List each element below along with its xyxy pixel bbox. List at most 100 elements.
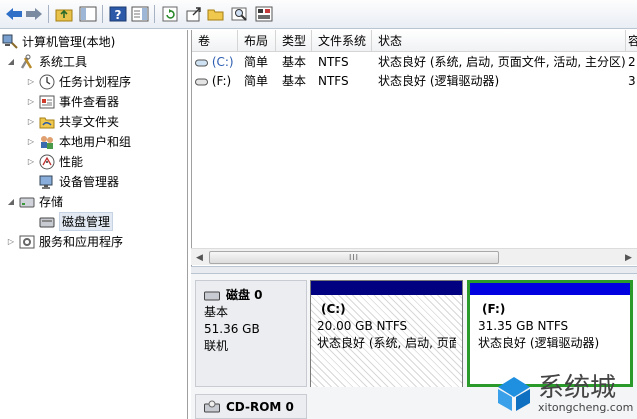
drive-icon (195, 59, 208, 66)
status-cell: 状态良好 (逻辑驱动器) (378, 74, 500, 88)
tree-item-label: 共享文件夹 (59, 115, 120, 129)
disk-0-label[interactable]: 磁盘 0 基本 51.36 GB 联机 (195, 280, 307, 387)
expand-triangle-icon[interactable]: ▷ (26, 97, 36, 106)
drive-icon (195, 78, 208, 85)
partition-body: (C:) 20.00 GB NTFS 状态良好 (系统, 启动, 页面 (311, 295, 462, 387)
collapse-triangle-icon[interactable]: ◢ (6, 57, 16, 66)
column-header-status[interactable]: 状态 (372, 30, 626, 52)
type-cell: 基本 (282, 55, 307, 69)
tree-item-services-apps[interactable]: ▷ 服务和应用程序 (6, 232, 123, 251)
toolbar-separator (154, 5, 155, 23)
partition-bar (470, 283, 630, 295)
tree-item-label: 存储 (39, 195, 64, 209)
tree-item-performance[interactable]: ▷ 性能 (26, 152, 83, 171)
properties-pane-icon[interactable] (130, 4, 150, 24)
computer-management-icon (2, 34, 18, 50)
expand-triangle-icon[interactable]: ▷ (26, 117, 36, 126)
tree-item-storage[interactable]: ◢ 存储 (6, 192, 63, 211)
users-icon (39, 134, 55, 150)
tree-item-label: 服务和应用程序 (39, 235, 124, 249)
cdrom-0-label[interactable]: CD-ROM 0 (195, 394, 307, 419)
tree-item-label: 任务计划程序 (59, 75, 132, 89)
partition-bar (311, 281, 462, 295)
layout-cell: 简单 (244, 74, 269, 88)
tree-item-root[interactable]: 计算机管理(本地) (2, 32, 115, 51)
tree-item-shared-folders[interactable]: ▷ 共享文件夹 (26, 112, 119, 131)
tree-item-label: 事件查看器 (59, 95, 120, 109)
export-icon[interactable] (184, 4, 204, 24)
disk-management-icon (39, 214, 55, 230)
forward-arrow-icon[interactable] (24, 4, 44, 24)
scroll-right-button[interactable]: ▶ (620, 249, 637, 266)
console-tree: 计算机管理(本地) ◢ 系统工具 ▷ 任务计划程序 ▷ 事件查看器 ▷ 共享文件… (0, 30, 188, 419)
partition-name: (F:) (482, 302, 506, 316)
tree-item-disk-management[interactable]: 磁盘管理 (39, 212, 114, 231)
horizontal-scrollbar[interactable]: ◀ III ▶ (191, 248, 637, 265)
tree-item-local-users[interactable]: ▷ 本地用户和组 (26, 132, 131, 151)
type-cell: 基本 (282, 74, 307, 88)
toolbar: ? (0, 0, 637, 29)
tree-item-device-manager[interactable]: 设备管理器 (39, 172, 119, 191)
tree-item-task-scheduler[interactable]: ▷ 任务计划程序 (26, 72, 131, 91)
partition-size: 20.00 GB NTFS (317, 319, 408, 333)
scrollbar-thumb[interactable]: III (209, 251, 499, 264)
pane-splitter[interactable] (191, 266, 637, 274)
up-folder-icon[interactable] (54, 4, 74, 24)
volume-list: 卷 布局 类型 文件系统 状态 容 (C:) 简单 基本 NTFS 状态良好 (… (191, 30, 637, 268)
svg-text:?: ? (115, 8, 122, 22)
search-icon[interactable] (230, 4, 250, 24)
expand-triangle-icon[interactable]: ▷ (26, 77, 36, 86)
table-row[interactable]: (F:) 简单 基本 NTFS 状态良好 (逻辑驱动器) 3 (192, 72, 637, 91)
volume-cell: (C:) (192, 53, 238, 72)
open-folder-icon[interactable] (206, 4, 226, 24)
services-icon (19, 234, 35, 250)
refresh-icon[interactable] (160, 4, 180, 24)
disk-name: 磁盘 0 (226, 288, 263, 302)
partition-status: 状态良好 (系统, 启动, 页面 (317, 336, 456, 350)
column-header-capacity[interactable]: 容 (626, 30, 637, 52)
capacity-cell: 3 (628, 74, 636, 88)
collapse-triangle-icon[interactable]: ◢ (6, 197, 16, 206)
expand-triangle-icon[interactable]: ▷ (6, 237, 16, 246)
scrollbar-grip: III (348, 253, 360, 262)
partition-status: 状态良好 (逻辑驱动器) (478, 336, 600, 350)
tree-item-label: 计算机管理(本地) (22, 35, 116, 49)
tree-item-system-tools[interactable]: ◢ 系统工具 (6, 52, 87, 71)
scroll-left-button[interactable]: ◀ (191, 249, 208, 266)
layout-cell: 简单 (244, 55, 269, 69)
volume-cell: (F:) (192, 72, 238, 91)
disk-icon (204, 291, 220, 300)
disk-size: 51.36 GB (204, 322, 260, 336)
tree-item-label: 本地用户和组 (59, 135, 132, 149)
table-row[interactable]: (C:) 简单 基本 NTFS 状态良好 (系统, 启动, 页面文件, 活动, … (192, 53, 637, 72)
system-tools-icon (19, 54, 35, 70)
expand-triangle-icon[interactable]: ▷ (26, 137, 36, 146)
event-viewer-icon (39, 94, 55, 110)
column-header-filesystem[interactable]: 文件系统 (312, 30, 372, 52)
status-cell: 状态良好 (系统, 启动, 页面文件, 活动, 主分区) (378, 55, 626, 69)
column-header-layout[interactable]: 布局 (238, 30, 276, 52)
tree-item-label: 性能 (59, 155, 84, 169)
back-arrow-icon[interactable] (4, 4, 24, 24)
partition-name: (C:) (321, 302, 346, 316)
expand-triangle-icon[interactable]: ▷ (26, 157, 36, 166)
partition-size: 31.35 GB NTFS (478, 319, 569, 333)
watermark: 系统城 xitongcheng.com (488, 363, 637, 419)
performance-icon (39, 154, 55, 170)
tree-item-label: 磁盘管理 (59, 212, 114, 231)
column-header-type[interactable]: 类型 (276, 30, 312, 52)
disk-props-icon[interactable] (254, 4, 274, 24)
show-hide-tree-icon[interactable] (78, 4, 98, 24)
column-header-volume[interactable]: 卷 (192, 30, 238, 52)
shared-folder-icon (39, 114, 55, 130)
cdrom-name: CD-ROM 0 (226, 399, 294, 414)
watermark-brand: 系统城 (538, 373, 617, 403)
partition-c[interactable]: (C:) 20.00 GB NTFS 状态良好 (系统, 启动, 页面 (310, 280, 463, 387)
tree-item-event-viewer[interactable]: ▷ 事件查看器 (26, 92, 119, 111)
disk-type: 基本 (204, 305, 229, 319)
volume-label: (F:) (211, 74, 232, 88)
tree-item-label: 设备管理器 (59, 175, 120, 189)
device-manager-icon (39, 174, 55, 190)
volume-label: (C:) (211, 55, 234, 69)
help-icon[interactable]: ? (108, 4, 128, 24)
